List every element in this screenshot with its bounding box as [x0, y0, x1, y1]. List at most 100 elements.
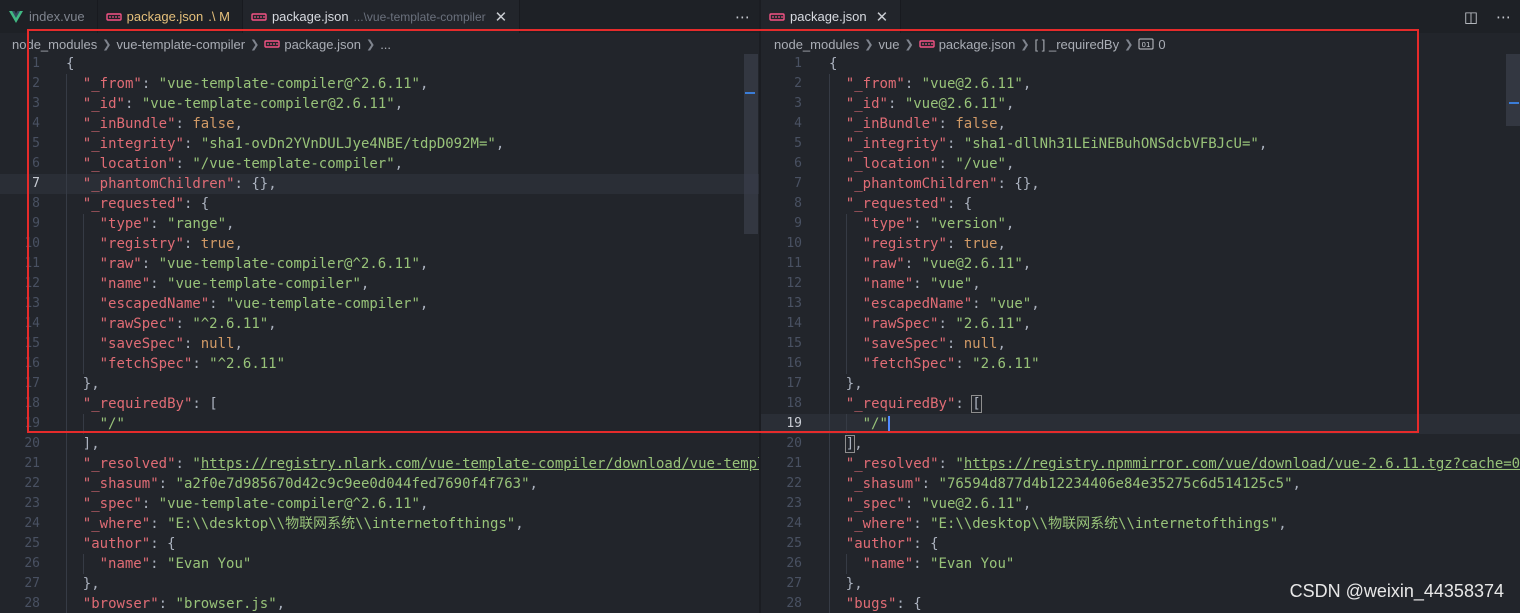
breadcrumb-item[interactable]: node_modules — [12, 37, 97, 52]
code-line[interactable]: 16 "fetchSpec": "^2.6.11" — [0, 354, 759, 374]
indent-guide — [66, 534, 67, 554]
right-editor-pane[interactable]: package.json ✕ ◫ ⋯ node_modules ❯ vue ❯ packa… — [761, 0, 1520, 613]
code-line[interactable]: 13 "escapedName": "vue", — [761, 294, 1520, 314]
code-token: , — [1031, 296, 1040, 312]
breadcrumb-item[interactable]: ... — [380, 37, 391, 52]
code-token: "name" — [862, 556, 914, 572]
code-line[interactable]: 22 "_shasum": "a2f0e7d985670d42c9c9ee0d04… — [0, 474, 759, 494]
code-text: "name": "vue", — [863, 274, 981, 294]
code-line[interactable]: 7 "_phantomChildren": {}, — [761, 174, 1520, 194]
code-line[interactable]: 1{ — [0, 54, 759, 74]
tab-package-json[interactable]: package.json .\ M — [97, 0, 243, 33]
code-line[interactable]: 21 "_resolved": "https://registry.npmmirr… — [761, 454, 1520, 474]
indent-guide — [829, 254, 830, 274]
code-line[interactable]: 25 "author": { — [0, 534, 759, 554]
code-line[interactable]: 27}, — [0, 574, 759, 594]
right-scrollbar[interactable] — [1506, 54, 1520, 613]
code-line[interactable]: 12 "name": "vue", — [761, 274, 1520, 294]
tab-index-vue[interactable]: index.vue — [0, 0, 98, 33]
code-line[interactable]: 11 "raw": "vue-template-compiler@^2.6.11"… — [0, 254, 759, 274]
code-line[interactable]: 25 "author": { — [761, 534, 1520, 554]
breadcrumb-item[interactable]: [ ] _requiredBy — [1035, 37, 1120, 52]
right-scroll-thumb[interactable] — [1506, 54, 1520, 126]
breadcrumb-item[interactable]: 0 — [1158, 37, 1165, 52]
code-line[interactable]: 9 "type": "version", — [761, 214, 1520, 234]
code-token: , — [394, 156, 404, 172]
breadcrumb-item[interactable]: node_modules — [774, 37, 859, 52]
code-line[interactable]: 18 "_requiredBy": [ — [761, 394, 1520, 414]
code-line[interactable]: 2 "_from": "vue-template-compiler@^2.6.11… — [0, 74, 759, 94]
code-line[interactable]: 22 "_shasum": "76594d877d4b12234406e84e35… — [761, 474, 1520, 494]
code-token: ], — [82, 436, 100, 452]
code-line[interactable]: 24 "_where": "E:\\desktop\\物联网系统\\interne… — [761, 514, 1520, 534]
code-line[interactable]: 23 "_spec": "vue-template-compiler@^2.6.1… — [0, 494, 759, 514]
close-icon[interactable]: ✕ — [876, 8, 889, 26]
code-line[interactable]: 10 "registry": true, — [761, 234, 1520, 254]
code-line[interactable]: 15 "saveSpec": null, — [0, 334, 759, 354]
code-line[interactable]: 6 "_location": "/vue", — [761, 154, 1520, 174]
breadcrumb-item[interactable]: vue — [879, 37, 900, 52]
code-line[interactable]: 11 "raw": "vue@2.6.11", — [761, 254, 1520, 274]
code-line[interactable]: 20], — [761, 434, 1520, 454]
code-line[interactable]: 16 "fetchSpec": "2.6.11" — [761, 354, 1520, 374]
split-editor-icon[interactable]: ◫ — [1464, 8, 1478, 26]
code-token: : — [183, 336, 201, 352]
code-line[interactable]: 24 "_where": "E:\\desktop\\物联网系统\\interne… — [0, 514, 759, 534]
code-token: "type" — [862, 216, 914, 232]
code-line[interactable]: 19 "/" — [0, 414, 759, 434]
code-line[interactable]: 4 "_inBundle": false, — [761, 114, 1520, 134]
code-line[interactable]: 17}, — [761, 374, 1520, 394]
left-code-editor[interactable]: 1{2 "_from": "vue-template-compiler@^2.6.… — [0, 54, 759, 613]
code-line[interactable]: 13 "escapedName": "vue-template-compiler"… — [0, 294, 759, 314]
code-line[interactable]: 8 "_requested": { — [761, 194, 1520, 214]
code-line[interactable]: 9 "type": "range", — [0, 214, 759, 234]
tab-package-json[interactable]: package.json ✕ — [761, 0, 902, 33]
left-editor-pane[interactable]: index.vue package.json .\ M package.json...… — [0, 0, 759, 613]
indent-guide — [82, 234, 84, 254]
code-line[interactable]: 12 "name": "vue-template-compiler", — [0, 274, 759, 294]
code-token: "_where" — [82, 516, 151, 532]
close-icon[interactable]: ✕ — [495, 8, 508, 26]
breadcrumb-item[interactable]: package.json — [939, 37, 1016, 52]
code-token: }, — [82, 376, 100, 392]
left-scroll-thumb[interactable] — [744, 54, 758, 234]
code-line[interactable]: 6 "_location": "/vue-template-compiler", — [0, 154, 759, 174]
code-line[interactable]: 10 "registry": true, — [0, 234, 759, 254]
code-line[interactable]: 8 "_requested": { — [0, 194, 759, 214]
code-line[interactable]: 19 "/" — [761, 414, 1520, 434]
breadcrumb-item[interactable]: package.json — [284, 37, 361, 52]
indent-guide — [82, 294, 84, 314]
code-line[interactable]: 28 "browser": "browser.js", — [0, 594, 759, 613]
right-code-editor[interactable]: 1{2 "_from": "vue@2.6.11", 3 "_id": "vue@2.… — [761, 54, 1520, 613]
code-line[interactable]: 21 "_resolved": "https://registry.nlark.c… — [0, 454, 759, 474]
code-line[interactable]: 4 "_inBundle": false, — [0, 114, 759, 134]
code-line[interactable]: 20], — [0, 434, 759, 454]
more-actions-icon[interactable]: ⋯ — [735, 8, 750, 26]
code-line[interactable]: 23 "_spec": "vue@2.6.11", — [761, 494, 1520, 514]
tab-package-json[interactable]: package.json ...\vue-template-compiler ✕ — [242, 0, 521, 33]
more-actions-icon[interactable]: ⋯ — [1496, 8, 1511, 26]
code-line[interactable]: 1{ — [761, 54, 1520, 74]
code-line[interactable]: 18 "_requiredBy": [ — [0, 394, 759, 414]
code-line[interactable]: 14 "rawSpec": "2.6.11", — [761, 314, 1520, 334]
code-token: , — [515, 516, 524, 532]
code-line[interactable]: 14 "rawSpec": "^2.6.11", — [0, 314, 759, 334]
chevron-right-icon: ❯ — [250, 37, 260, 51]
code-line[interactable]: 26 "name": "Evan You" — [761, 554, 1520, 574]
code-line[interactable]: 15 "saveSpec": null, — [761, 334, 1520, 354]
code-line[interactable]: 2 "_from": "vue@2.6.11", — [761, 74, 1520, 94]
indent-guide — [829, 294, 830, 314]
code-token: "vue" — [989, 296, 1032, 312]
code-line[interactable]: 5 "_integrity": "sha1-dllNh31LEiNEBuhONSd… — [761, 134, 1520, 154]
line-number: 13 — [24, 296, 40, 311]
code-line[interactable]: 7 "_phantomChildren": {}, — [0, 174, 759, 194]
breadcrumb-item[interactable]: vue-template-compiler — [117, 37, 246, 52]
code-line[interactable]: 17}, — [0, 374, 759, 394]
code-token: "name" — [99, 276, 151, 292]
left-scrollbar[interactable] — [744, 54, 758, 613]
code-token: , — [997, 336, 1006, 352]
code-line[interactable]: 3 "_id": "vue@2.6.11", — [761, 94, 1520, 114]
code-line[interactable]: 3 "_id": "vue-template-compiler@2.6.11", — [0, 94, 759, 114]
code-line[interactable]: 26 "name": "Evan You" — [0, 554, 759, 574]
code-line[interactable]: 5 "_integrity": "sha1-ovDn2YVnDULJye4NBE/… — [0, 134, 759, 154]
